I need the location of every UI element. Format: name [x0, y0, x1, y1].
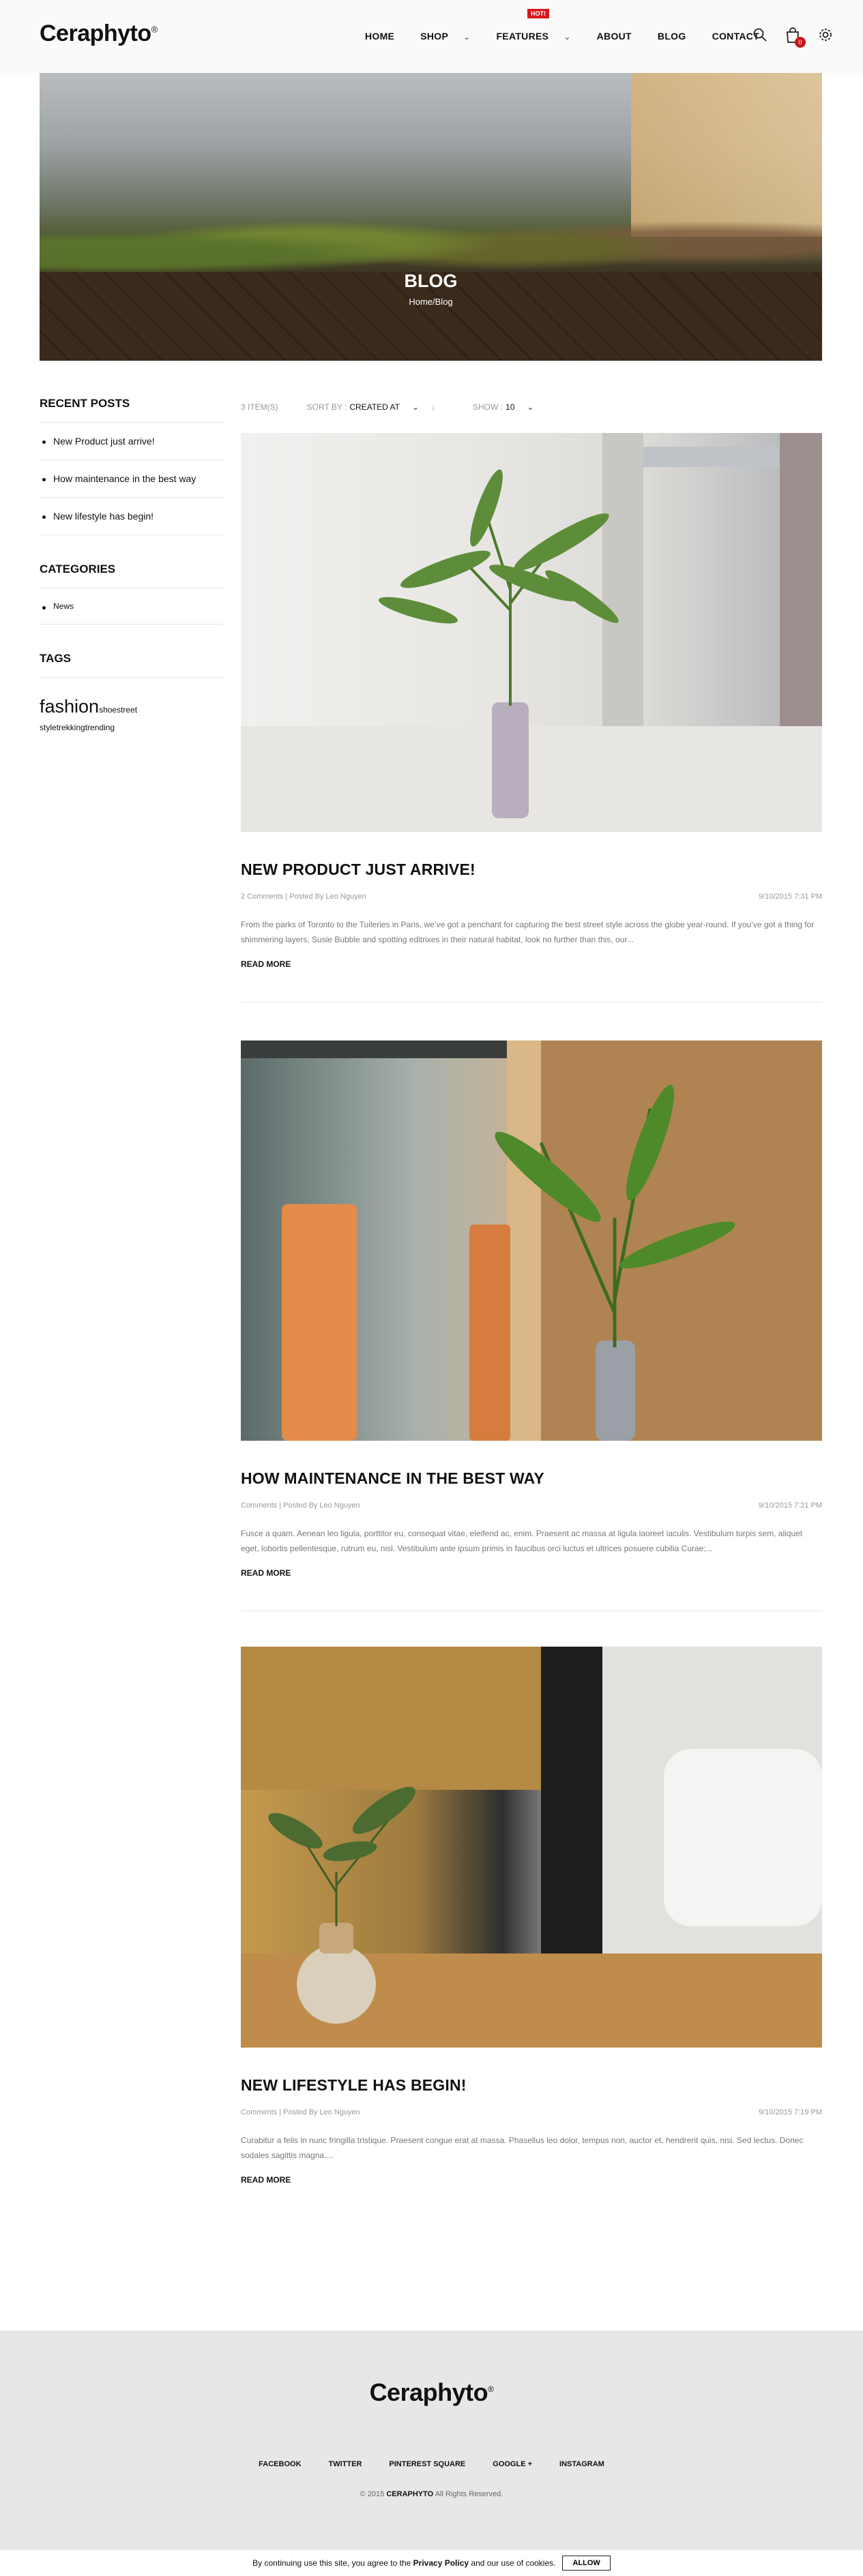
show-select[interactable]: 10 [506, 402, 514, 412]
sort-select[interactable]: CREATED AT [349, 402, 400, 412]
nav-home[interactable]: HOME [365, 31, 394, 42]
social-links: FACEBOOK TWITTER PINTEREST SQUARE GOOGLE… [0, 2460, 863, 2468]
tag-link[interactable]: fashion [40, 696, 99, 717]
post-image[interactable] [241, 433, 822, 832]
recent-posts-list: New Product just arrive! How maintenance… [40, 423, 224, 535]
chevron-down-icon[interactable]: ⌄ [463, 32, 470, 42]
plant-photo [241, 1647, 822, 2048]
post-meta: 2 Comments | Posted By Leo Nguyen 9/10/2… [241, 893, 822, 901]
blog-post: NEW PRODUCT JUST ARRIVE! 2 Comments | Po… [241, 433, 822, 970]
nav-features[interactable]: FEATURES ⌄ [496, 31, 570, 42]
list-toolbar: 3 ITEM(S) SORT BY : CREATED AT ⌄ ↓ SHOW … [241, 397, 822, 417]
nav-shop[interactable]: SHOP ⌄ [420, 31, 470, 42]
post-title[interactable]: NEW LIFESTYLE HAS BEGIN! [241, 2076, 822, 2095]
categories-list: News [40, 588, 224, 625]
site-header: Ceraphyto® HOME SHOP ⌄ FEATURES ⌄ ABOUT BL… [0, 0, 863, 73]
chevron-down-icon[interactable]: ⌄ [564, 32, 570, 42]
post-title[interactable]: HOW MAINTENANCE IN THE BEST WAY [241, 1469, 822, 1488]
post-date: 9/10/2015 7:31 PM [759, 893, 822, 901]
chevron-down-icon[interactable]: ⌄ [412, 402, 419, 412]
read-more-link[interactable]: READ MORE [241, 959, 291, 969]
copyright: © 2015 CERAPHYTO All Rights Reserved. [360, 2490, 503, 2498]
search-icon[interactable] [752, 27, 769, 44]
blog-list: 3 ITEM(S) SORT BY : CREATED AT ⌄ ↓ SHOW … [241, 397, 822, 2186]
tag-link[interactable]: style [40, 723, 57, 732]
categories-heading: CATEGORIES [40, 563, 224, 588]
post-meta: Comments | Posted By Leo Nguyen 9/10/201… [241, 2108, 822, 2116]
blog-post: NEW LIFESTYLE HAS BEGIN! Comments | Post… [241, 1647, 822, 2186]
cookie-text: By continuing use this site, you agree t… [252, 2558, 411, 2568]
blog-post: HOW MAINTENANCE IN THE BEST WAY Comments… [241, 1040, 822, 1579]
sidebar: RECENT POSTS New Product just arrive! Ho… [40, 397, 224, 735]
post-image[interactable] [241, 1647, 822, 2048]
category-link[interactable]: News [40, 588, 224, 625]
tag-link[interactable]: trekking [57, 723, 85, 732]
google-plus-link[interactable]: GOOGLE + [493, 2460, 532, 2468]
sort-label: SORT BY : [306, 402, 347, 412]
tag-link[interactable]: shoestreet [99, 705, 137, 715]
hot-badge: HOT! [527, 9, 549, 18]
plant-photo [241, 433, 822, 832]
page-title: BLOG [404, 271, 458, 291]
plant-photo [241, 1040, 822, 1441]
tag-link[interactable]: trending [85, 723, 115, 732]
breadcrumb[interactable]: Home/Blog [40, 297, 822, 307]
sort-direction-icon[interactable]: ↓ [431, 402, 435, 412]
site-logo[interactable]: Ceraphyto® [40, 20, 158, 47]
cookie-bar: By continuing use this site, you agree t… [0, 2550, 863, 2576]
facebook-link[interactable]: FACEBOOK [259, 2460, 301, 2468]
post-title[interactable]: NEW PRODUCT JUST ARRIVE! [241, 860, 822, 879]
post-meta: Comments | Posted By Leo Nguyen 9/10/201… [241, 1501, 822, 1510]
post-excerpt: Fusce a quam. Aenean leo ligula, porttit… [241, 1529, 803, 1553]
privacy-policy-link[interactable]: Privacy Policy [413, 2558, 469, 2568]
tag-cloud: fashionshoestreet styletrekkingtrending [40, 678, 224, 735]
recent-post-link[interactable]: New lifestyle has begin! [40, 498, 224, 535]
cookie-text: and our use of cookies. [471, 2558, 556, 2568]
twitter-link[interactable]: TWITTER [329, 2460, 362, 2468]
recent-post-link[interactable]: How maintenance in the best way [40, 460, 224, 498]
read-more-link[interactable]: READ MORE [241, 2175, 291, 2185]
post-excerpt: Curabitur a felis in nunc fringilla tris… [241, 2136, 804, 2160]
chevron-down-icon[interactable]: ⌄ [527, 402, 533, 412]
post-image[interactable] [241, 1040, 822, 1441]
post-date: 9/10/2015 7:21 PM [759, 1501, 822, 1510]
post-excerpt: From the parks of Toronto to the Tuileri… [241, 920, 815, 944]
read-more-link[interactable]: READ MORE [241, 1568, 291, 1578]
pinterest-link[interactable]: PINTEREST SQUARE [389, 2460, 465, 2468]
allow-cookies-button[interactable]: ALLOW [562, 2556, 611, 2571]
recent-posts-heading: RECENT POSTS [40, 397, 224, 423]
site-footer: Ceraphyto® FACEBOOK TWITTER PINTEREST SQ… [0, 2331, 863, 2576]
main-nav: HOME SHOP ⌄ FEATURES ⌄ ABOUT BLOG CONTACT … [365, 9, 785, 42]
show-label: SHOW : [473, 402, 503, 412]
hero-banner: BLOG Home/Blog [40, 73, 822, 361]
post-author: 2 Comments | Posted By Leo Nguyen [241, 893, 366, 901]
nav-about[interactable]: ABOUT [597, 31, 632, 42]
header-icons: 0 [752, 27, 834, 48]
post-date: 9/10/2015 7:19 PM [759, 2108, 822, 2116]
gear-icon[interactable] [818, 27, 834, 44]
post-author: Comments | Posted By Leo Nguyen [241, 1501, 360, 1510]
nav-blog[interactable]: BLOG [658, 31, 686, 42]
footer-logo[interactable]: Ceraphyto® [0, 2378, 863, 2407]
shopping-bag-icon[interactable]: 0 [785, 27, 806, 48]
tags-heading: TAGS [40, 652, 224, 678]
instagram-link[interactable]: INSTAGRAM [559, 2460, 604, 2468]
items-count: 3 ITEM(S) [241, 402, 278, 412]
cart-count-badge: 0 [795, 37, 806, 48]
recent-post-link[interactable]: New Product just arrive! [40, 423, 224, 460]
post-author: Comments | Posted By Leo Nguyen [241, 2108, 360, 2116]
